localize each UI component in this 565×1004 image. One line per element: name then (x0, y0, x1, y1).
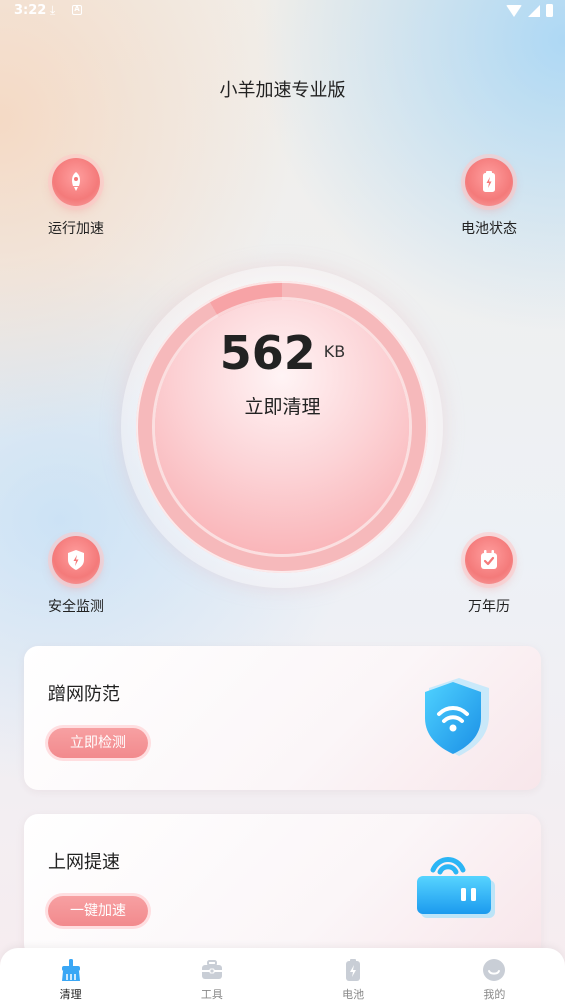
security-monitor-button[interactable]: 安全监测 (21, 536, 131, 616)
junk-size: 562 KB (0, 326, 565, 380)
junk-size-value: 562 (219, 326, 316, 380)
nav-tools-label: 工具 (200, 988, 223, 1001)
calendar-check-icon (465, 536, 513, 584)
nav-battery-label: 电池 (342, 988, 365, 1001)
page-title: 小羊加速专业版 (219, 80, 346, 101)
bottom-nav: 清理 工具 电池 我的 (0, 948, 565, 1004)
profile-icon (482, 958, 506, 982)
network-boost-card[interactable]: 上网提速 一键加速 (24, 814, 541, 958)
signal-icon (528, 4, 540, 17)
rocket-icon (52, 158, 100, 206)
battery-icon (341, 958, 365, 982)
nav-clean-label: 清理 (59, 988, 82, 1001)
battery-status-icon (546, 4, 553, 17)
wifi-icon (506, 4, 522, 17)
notification-icon: A (72, 5, 82, 15)
shield-bolt-icon (52, 536, 100, 584)
calendar-button[interactable]: 万年历 (434, 536, 544, 616)
network-boost-title: 上网提速 (48, 852, 120, 873)
status-time: 3:22 (14, 3, 47, 18)
nav-profile[interactable]: 我的 (424, 948, 565, 1004)
one-click-boost-button[interactable]: 一键加速 (48, 896, 148, 926)
status-bar: 3:22 ⤓ A (0, 0, 565, 24)
run-boost-label: 运行加速 (48, 221, 104, 237)
security-monitor-label: 安全监测 (48, 599, 104, 615)
run-boost-button[interactable]: 运行加速 (21, 158, 131, 238)
detect-now-button[interactable]: 立即检测 (48, 728, 148, 758)
battery-status-button[interactable]: 电池状态 (434, 158, 544, 238)
router-icon (411, 840, 501, 930)
nav-tools[interactable]: 工具 (141, 948, 282, 1004)
battery-bolt-icon (465, 158, 513, 206)
junk-size-unit: KB (323, 342, 346, 361)
broom-icon (59, 958, 83, 982)
wifi-protection-title: 蹭网防范 (48, 684, 120, 705)
wifi-shield-icon (411, 672, 501, 762)
nav-profile-label: 我的 (483, 988, 506, 1001)
wifi-protection-card[interactable]: 蹭网防范 立即检测 (24, 646, 541, 790)
toolbox-icon (200, 958, 224, 982)
status-icons (506, 4, 553, 17)
nav-clean[interactable]: 清理 (0, 948, 141, 1004)
nav-battery[interactable]: 电池 (283, 948, 424, 1004)
download-icon: ⤓ (50, 3, 56, 17)
battery-status-label: 电池状态 (461, 221, 517, 237)
calendar-label: 万年历 (468, 599, 510, 615)
clean-now-label[interactable]: 立即清理 (0, 392, 565, 419)
